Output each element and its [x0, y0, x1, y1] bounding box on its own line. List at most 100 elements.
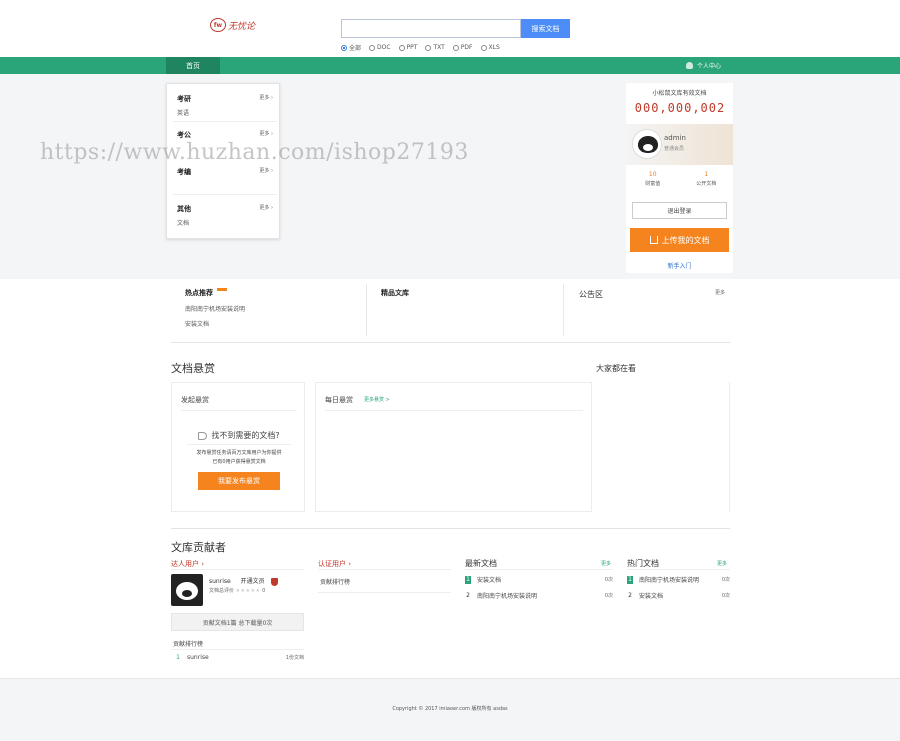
user-card: admin 普通会员: [626, 124, 733, 165]
hero-band: [0, 74, 900, 279]
logout-button[interactable]: 退出登录: [632, 202, 727, 219]
latest-more-link[interactable]: 更多: [601, 560, 611, 567]
divider: [465, 569, 613, 570]
stat-public-docs[interactable]: 1 公开文档: [680, 171, 734, 187]
hot-item[interactable]: 安装文档: [185, 319, 365, 328]
radio-icon: [369, 44, 376, 51]
category-kaogong[interactable]: 考公 更多 ›: [177, 130, 273, 140]
main-navbar: [0, 57, 900, 74]
tab-expert-users[interactable]: 达人用户 ›: [171, 559, 204, 569]
footer: Copyright © 2017 imiaoer.com 版权所有 asdas: [0, 678, 900, 741]
publish-reward-button[interactable]: 我要发布悬赏: [198, 472, 280, 490]
reward-section-title: 文档悬赏: [171, 362, 215, 375]
user-level: 普通会员: [664, 146, 685, 152]
rating-stars-icon: ★★★★★: [235, 588, 261, 594]
contributor-badge: 开通文员: [240, 578, 265, 585]
notice-more-link[interactable]: 更多: [715, 289, 725, 296]
doc-counter-title: 小松鼠文库有效文档: [652, 90, 707, 97]
copyright-text: Copyright © 2017 imiaoer.com 版权所有 asdas: [392, 706, 508, 712]
verified-rank-title: 贡献排行榜: [320, 579, 351, 586]
nav-user-center[interactable]: 个人中心: [686, 57, 721, 74]
hot-item[interactable]: 南阳南宁机场安装说明: [185, 304, 365, 313]
divider: [627, 569, 730, 570]
site-logo[interactable]: fw 无忧论: [210, 16, 266, 34]
user-panel: 小松鼠文库有效文档 000,000,002 admin 普通会员 10 财富值 …: [626, 83, 733, 273]
more-reward-link[interactable]: 更多悬赏 >: [364, 396, 390, 403]
list-item[interactable]: 2 安装文档 0次: [627, 591, 730, 600]
divider: [366, 284, 367, 336]
list-item[interactable]: 1 sunrise 1份文档: [175, 653, 304, 661]
user-stats: 10 财富值 1 公开文档: [626, 171, 733, 187]
reward-desc-1: 发布悬赏任务请百万文库用户为你提供: [196, 450, 282, 456]
contributor-avatar[interactable]: [171, 574, 203, 606]
category-more-link[interactable]: 更多 ›: [259, 204, 273, 211]
divider: [187, 444, 291, 445]
file-type-filter: 全部 DOC PPT TXT PDF XLS: [341, 43, 500, 52]
radio-icon: [425, 44, 432, 51]
featured-title: 精品文库: [381, 289, 409, 297]
publish-reward-title: 发起悬赏: [181, 396, 209, 404]
nav-home[interactable]: 首页: [166, 57, 220, 74]
radio-icon: [398, 44, 405, 51]
category-kaoyan[interactable]: 考研 更多 › 英语: [177, 94, 273, 117]
popular-docs-title: 热门文档: [627, 559, 659, 568]
upload-icon: [649, 236, 658, 244]
divider: [171, 528, 730, 529]
divider: [173, 194, 277, 195]
user-name[interactable]: admin: [664, 134, 686, 142]
category-more-link[interactable]: 更多 ›: [259, 130, 273, 137]
divider: [171, 569, 304, 570]
category-more-link[interactable]: 更多 ›: [259, 94, 273, 101]
radio-icon: [452, 44, 459, 51]
radio-checked-icon: [341, 44, 347, 51]
watermark-text: https://www.huzhan.com/ishop27193: [40, 140, 469, 165]
divider: [318, 592, 451, 593]
radio-xls[interactable]: XLS: [480, 43, 500, 52]
contributor-name[interactable]: sunrise: [209, 578, 231, 585]
upload-button[interactable]: 上传我的文档: [630, 228, 729, 252]
search-button[interactable]: 搜索文档: [521, 19, 570, 38]
hot-tag: [217, 288, 227, 291]
newbie-guide-link[interactable]: 新手入门: [626, 261, 733, 270]
popular-more-link[interactable]: 更多: [717, 560, 727, 567]
search-input[interactable]: [341, 19, 521, 38]
notice-title: 公告区: [579, 290, 603, 299]
list-item[interactable]: 1 安装文档 0次: [465, 575, 613, 584]
category-kaobian[interactable]: 考编 更多 ›: [177, 167, 273, 177]
category-other[interactable]: 其他 更多 › 文档: [177, 204, 273, 227]
speaker-icon: [198, 431, 208, 440]
bear-avatar-icon: [176, 582, 198, 600]
doc-counter: 000,000,002: [634, 101, 726, 115]
contributor-rating: 文档总评价 ★★★★★ 0: [209, 588, 266, 594]
hot-title: 热点推荐: [185, 289, 213, 297]
radio-pdf[interactable]: PDF: [452, 43, 473, 52]
bear-avatar-icon: [638, 136, 658, 153]
reward-desc-2: 已有0用户获得悬赏文档: [212, 459, 266, 465]
notice-board: 公告区 更多: [579, 280, 729, 338]
category-more-link[interactable]: 更多 ›: [259, 167, 273, 174]
contributor-name-line: sunrise 开通文员: [209, 576, 278, 586]
radio-doc[interactable]: DOC: [369, 43, 391, 52]
tab-verified-users[interactable]: 认证用户 ›: [318, 559, 351, 569]
category-sub-link[interactable]: 文档: [177, 218, 273, 227]
latest-docs-title: 最新文档: [465, 559, 497, 568]
radio-txt[interactable]: TXT: [425, 43, 445, 52]
hot-recommend: 热点推荐 南阳南宁机场安装说明 安装文档: [185, 280, 365, 338]
list-item[interactable]: 2 南阳南宁机场安装说明 0次: [465, 591, 613, 600]
publish-reward-box: 发起悬赏 找不到需要的文档? 发布悬赏任务请百万文库用户为你提供 已有0用户获得…: [171, 382, 305, 512]
radio-ppt[interactable]: PPT: [398, 43, 417, 52]
divider: [181, 410, 297, 411]
cant-find-text: 找不到需要的文档?: [172, 430, 306, 441]
divider: [318, 569, 451, 570]
daily-reward-box: 每日悬赏 更多悬赏 >: [315, 382, 592, 512]
featured-library: 精品文库: [381, 280, 551, 338]
list-item[interactable]: 1 南阳南宁机场安装说明 0次: [627, 575, 730, 584]
contributors-section-title: 文库贡献者: [171, 541, 226, 554]
person-icon: [686, 62, 693, 69]
radio-icon: [480, 44, 487, 51]
radio-all[interactable]: 全部: [341, 43, 361, 52]
stat-wealth[interactable]: 10 财富值: [626, 171, 680, 187]
everyone-reading-box: [596, 382, 730, 512]
avatar[interactable]: [632, 129, 662, 159]
category-sub-link[interactable]: 英语: [177, 108, 273, 117]
